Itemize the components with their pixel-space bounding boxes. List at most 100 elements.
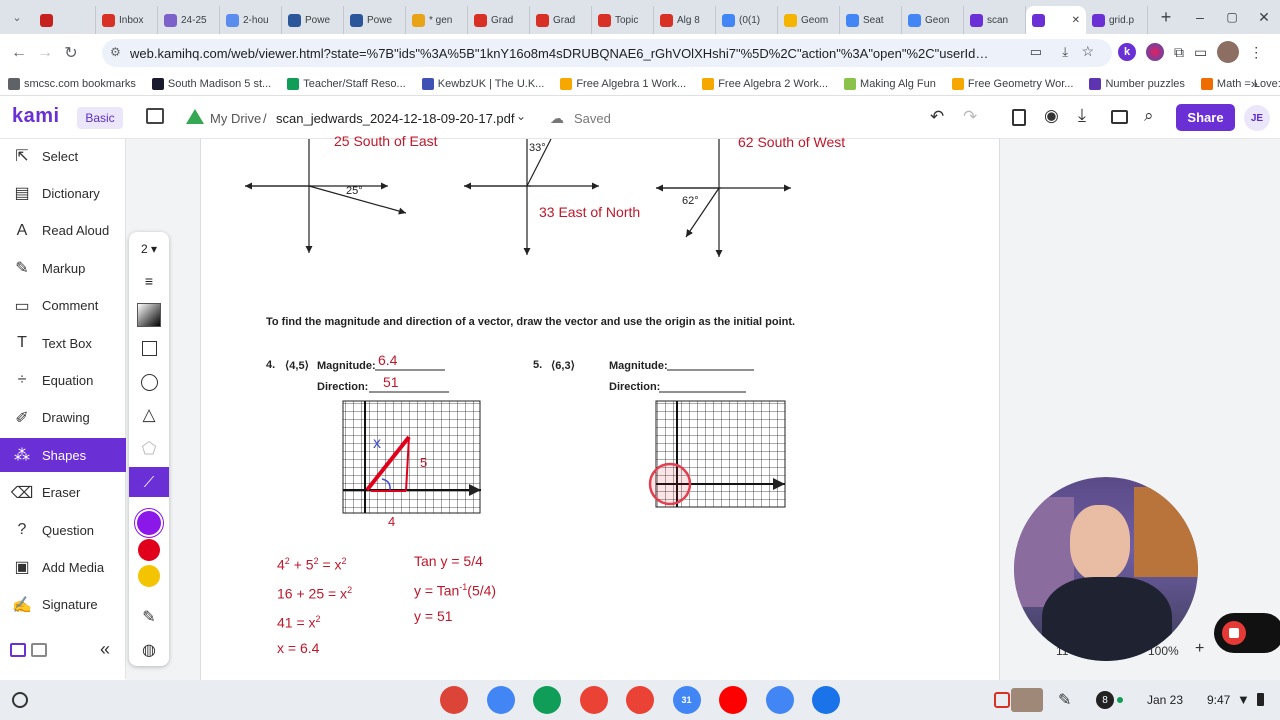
palette-icon[interactable]: ◍ <box>129 635 169 665</box>
file-name[interactable]: scan_jedwards_2024-12-18-09-20-17.pdf <box>276 111 515 126</box>
browser-tab[interactable]: 2-hou <box>220 6 282 34</box>
tab-search-button[interactable]: ⌄ <box>0 0 34 34</box>
polygon-shape-icon[interactable]: ⬠ <box>129 434 169 464</box>
browser-tab[interactable]: grid.p <box>1086 6 1148 34</box>
stylus-icon[interactable]: ✎ <box>1058 690 1071 710</box>
gmail-app-icon[interactable] <box>626 686 654 714</box>
maximize-button[interactable]: ▢ <box>1216 10 1248 24</box>
bookmark-item[interactable]: KewbzUK | The U.K... <box>414 77 553 90</box>
bookmark-item[interactable]: Making Alg Fun <box>836 77 944 90</box>
browser-tab[interactable]: Powe <box>282 6 344 34</box>
panel-toggle-icon[interactable] <box>10 643 26 657</box>
install-icon[interactable]: ⤓ <box>1062 44 1068 60</box>
forward-button[interactable]: → <box>32 40 58 66</box>
bookmark-item[interactable]: Free Algebra 2 Work... <box>694 77 836 90</box>
tool-question[interactable]: ? Question <box>0 513 126 547</box>
browser-tab[interactable]: Topic <box>592 6 654 34</box>
extension-flower-icon[interactable] <box>1146 43 1164 61</box>
circle-shape-icon[interactable] <box>129 367 169 397</box>
browser-tab[interactable]: (0(1) <box>716 6 778 34</box>
kami-extension-icon[interactable]: k <box>1118 43 1136 61</box>
drive-link[interactable]: My Drive <box>210 111 261 126</box>
bookmark-item[interactable]: South Madison 5 st... <box>144 77 279 90</box>
docs-app-icon[interactable] <box>765 686 794 714</box>
chrome-app-icon[interactable] <box>440 686 468 714</box>
tool-signature[interactable]: ✍ Signature <box>0 588 126 622</box>
browser-tab[interactable]: Alg 8 <box>654 6 716 34</box>
back-button[interactable]: ← <box>6 40 32 66</box>
triangle-shape-icon[interactable]: △ <box>129 400 169 430</box>
search-icon[interactable]: ⌕ <box>1144 106 1154 126</box>
browser-tab[interactable]: ✕ <box>1026 6 1086 34</box>
color-swatch-purple[interactable] <box>129 508 169 538</box>
rectangle-shape-icon[interactable] <box>129 333 169 363</box>
browser-tab[interactable]: Geom <box>778 6 840 34</box>
undo-icon[interactable]: ↶ <box>930 107 944 127</box>
tool-dictionary[interactable]: ▤ Dictionary <box>0 176 126 210</box>
time-text[interactable]: 9:47 <box>1207 693 1230 707</box>
tool-comment[interactable]: ▭ Comment <box>0 289 126 323</box>
reload-button[interactable]: ↻ <box>58 40 84 66</box>
bookmark-item[interactable]: Free Algebra 1 Work... <box>552 77 694 90</box>
browser-tab[interactable]: Powe <box>344 6 406 34</box>
kami-logo[interactable]: kami <box>12 105 60 128</box>
browser-tab[interactable]: scan <box>964 6 1026 34</box>
eyedropper-icon[interactable]: ✎ <box>129 602 169 632</box>
redo-icon[interactable]: ↷ <box>963 107 977 127</box>
youtube-app-icon[interactable] <box>719 686 747 714</box>
chevron-down-icon[interactable]: ⌄ <box>516 109 526 123</box>
more-bookmarks-icon[interactable]: » <box>1251 76 1258 91</box>
browser-tab[interactable]: Grad <box>530 6 592 34</box>
zoom-in-button[interactable]: + <box>1195 640 1204 658</box>
date-text[interactable]: Jan 23 <box>1147 693 1183 707</box>
tool-equation[interactable]: ÷ Equation <box>0 363 126 397</box>
profile-avatar[interactable] <box>1217 41 1240 63</box>
tool-shapes[interactable]: ⁂ Shapes <box>0 438 126 473</box>
menu-kebab-icon[interactable]: ⋮ <box>1249 44 1263 61</box>
line-style-icon[interactable]: ≡ <box>129 266 169 296</box>
bookmark-item[interactable]: smcsc.com bookmarks <box>0 77 144 90</box>
tool-drawing[interactable]: ✐ Drawing <box>0 401 126 435</box>
toolbox-icon[interactable] <box>1111 110 1128 124</box>
site-info-icon[interactable]: ⚙ <box>110 45 121 59</box>
user-avatar[interactable]: JE <box>1244 105 1270 131</box>
bookmark-item[interactable]: Number puzzles <box>1081 77 1192 90</box>
split-view-icon[interactable] <box>31 643 47 657</box>
notification-count[interactable]: 8 <box>1096 691 1114 709</box>
stroke-width-select[interactable]: 2 ▾ <box>129 234 169 264</box>
browser-tab[interactable]: 24-25 <box>158 6 220 34</box>
browser-tab[interactable]: Inbox <box>96 6 158 34</box>
share-button[interactable]: Share <box>1176 104 1235 131</box>
inbox-icon[interactable] <box>146 108 164 124</box>
line-shape-icon[interactable]: ⟋ <box>129 467 169 497</box>
close-tab-icon[interactable]: ✕ <box>1072 15 1080 26</box>
launcher-button[interactable] <box>12 692 28 708</box>
bookmark-item[interactable]: Free Geometry Wor... <box>944 77 1082 90</box>
tool-eraser[interactable]: ⌫ Eraser <box>0 476 126 510</box>
tool-add-media[interactable]: ▣ Add Media <box>0 550 126 584</box>
tab-cast-icon[interactable]: ▭ <box>1194 44 1207 61</box>
tool-text-box[interactable]: T Text Box <box>0 326 126 360</box>
app2-app-icon[interactable] <box>486 686 515 714</box>
document-outline-icon[interactable] <box>1012 109 1026 126</box>
browser-tab[interactable]: Geon <box>902 6 964 34</box>
color-swatch-yellow[interactable] <box>129 561 169 591</box>
classroom-app-icon[interactable] <box>533 686 561 714</box>
collapse-sidebar-icon[interactable]: « <box>100 639 110 660</box>
bookmark-star-icon[interactable]: ☆ <box>1081 43 1094 60</box>
minimize-button[interactable]: – <box>1184 9 1216 25</box>
bookmark-item[interactable]: Teacher/Staff Reso... <box>279 77 414 90</box>
tool-read-aloud[interactable]: A Read Aloud <box>0 214 126 248</box>
pdf-page[interactable]: 25 South of East 25° 33° 33 East of Nort… <box>200 133 1000 680</box>
browser-tab[interactable] <box>34 6 96 34</box>
screenshot-icon[interactable] <box>994 692 1010 708</box>
browser-tab[interactable]: Seat <box>840 6 902 34</box>
close-window-button[interactable]: ✕ <box>1248 9 1280 26</box>
bookmark-item[interactable]: Math = Love: My Fa... <box>1193 77 1280 90</box>
new-tab-button[interactable]: + <box>1154 5 1178 29</box>
browser-tab[interactable]: Grad <box>468 6 530 34</box>
extensions-puzzle-icon[interactable]: ⧉ <box>1174 44 1184 61</box>
browser-tab[interactable]: * gen <box>406 6 468 34</box>
document-viewer[interactable]: 25 South of East 25° 33° 33 East of Nort… <box>126 133 1280 680</box>
plan-badge[interactable]: Basic <box>77 107 123 129</box>
